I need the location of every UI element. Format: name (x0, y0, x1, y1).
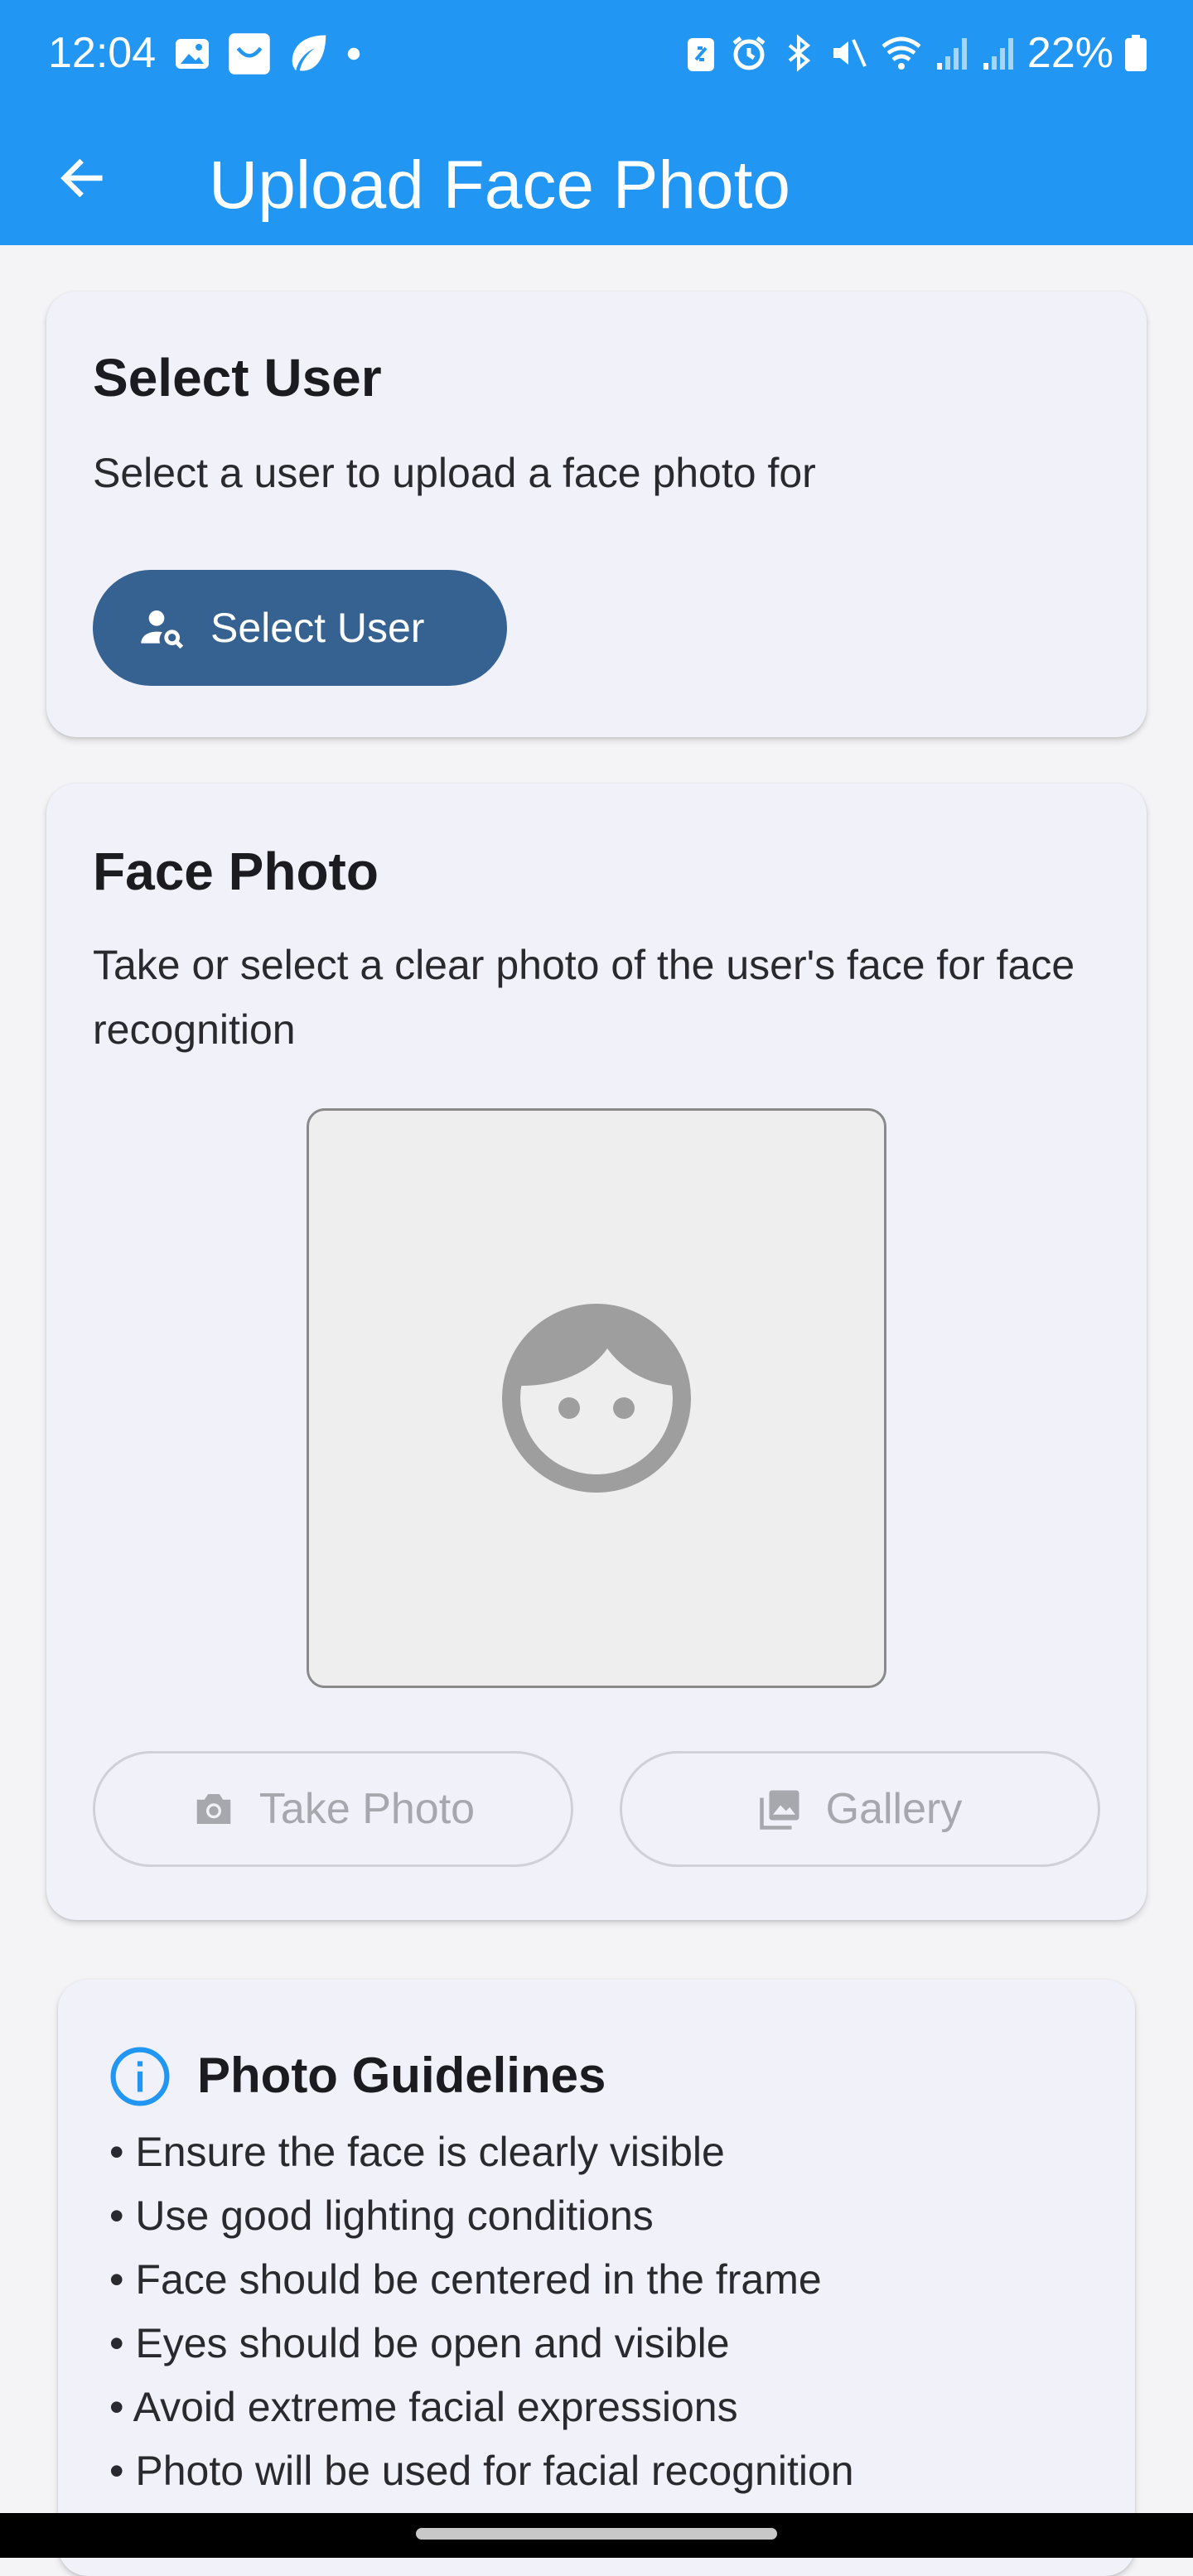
signal-icon-2 (983, 38, 1013, 70)
battery-icon (1125, 35, 1147, 71)
status-system-icons: 22% (684, 28, 1147, 78)
smile-notification-icon (229, 33, 270, 75)
face-photo-heading: Face Photo (93, 842, 379, 901)
list-item: • Ensure the face is clearly visible (109, 2129, 725, 2175)
face-photo-description: Take or select a clear photo of the user… (93, 942, 1075, 1053)
select-user-button-label: Select User (210, 605, 425, 651)
leaf-notification-icon (292, 35, 326, 71)
image-notification-icon (176, 39, 209, 69)
take-photo-button[interactable]: Take Photo (93, 1751, 573, 1867)
gallery-button[interactable]: Gallery (620, 1751, 1100, 1867)
gallery-label: Gallery (825, 1785, 963, 1833)
select-user-description: Select a user to upload a face photo for (93, 450, 816, 496)
status-time: 12:04 (48, 29, 157, 77)
list-item: • Face should be centered in the frame (109, 2256, 822, 2303)
list-item: • Avoid extreme facial expressions (109, 2384, 738, 2430)
face-placeholder-icon (501, 1303, 692, 1493)
guidelines-list: • Ensure the face is clearly visible • U… (109, 2120, 854, 2503)
home-gesture-handle[interactable] (416, 2528, 777, 2540)
battery-saver-icon (687, 38, 714, 71)
back-button[interactable] (48, 144, 116, 212)
arrow-back-icon (60, 158, 103, 198)
select-user-card: Select User Select a user to upload a fa… (46, 292, 1147, 737)
camera-icon (196, 1794, 231, 1824)
list-item: • Eyes should be open and visible (109, 2320, 730, 2366)
info-icon (110, 2047, 170, 2106)
wifi-icon (881, 36, 921, 70)
dot-icon (347, 47, 360, 60)
person-search-icon (141, 610, 184, 649)
app-bar: Upload Face Photo (0, 111, 1193, 245)
select-user-heading: Select User (93, 348, 382, 408)
select-user-button[interactable]: Select User (93, 570, 507, 686)
take-photo-label: Take Photo (258, 1785, 476, 1833)
list-item: • Use good lighting conditions (109, 2192, 654, 2239)
alarm-icon (732, 36, 766, 70)
bluetooth-icon (788, 34, 811, 72)
photo-library-icon (759, 1790, 799, 1830)
page-title: Upload Face Photo (209, 147, 791, 223)
signal-icon (936, 38, 967, 70)
photo-guidelines-card: Photo Guidelines • Ensure the face is cl… (58, 1980, 1135, 2576)
face-photo-card: Face Photo Take or select a clear photo … (46, 784, 1147, 1920)
photo-preview[interactable] (307, 1108, 886, 1688)
battery-percentage: 22% (1026, 29, 1113, 77)
guidelines-heading: Photo Guidelines (197, 2048, 606, 2103)
mute-icon (833, 39, 867, 67)
list-item: • Photo will be used for facial recognit… (109, 2448, 854, 2494)
status-bar: 12:04 22% (0, 0, 1193, 111)
status-notification-icons (172, 31, 361, 76)
system-navigation-bar (0, 2513, 1193, 2558)
